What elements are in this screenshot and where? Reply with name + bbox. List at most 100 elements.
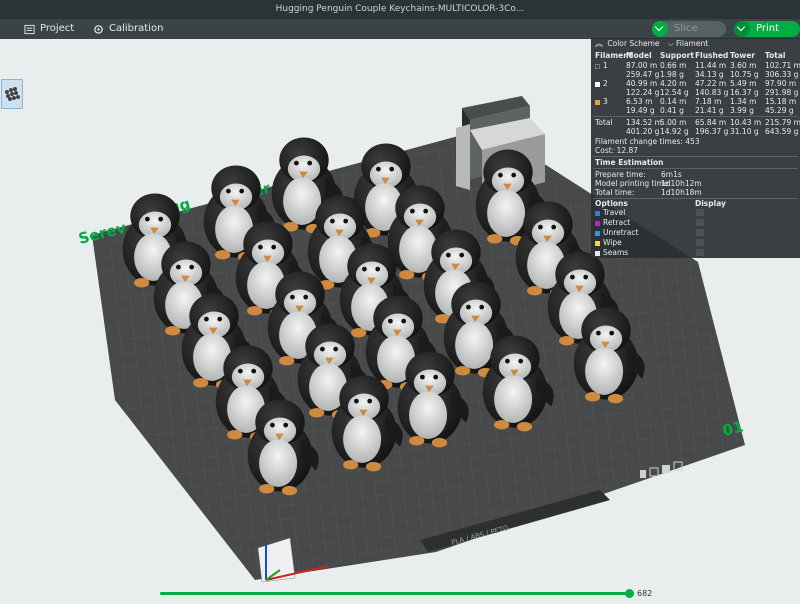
filament-2-swatch	[595, 82, 600, 87]
calibration-icon	[94, 24, 103, 34]
wipe-swatch	[595, 241, 600, 246]
filament-3-total-g: 45.29 g	[765, 106, 794, 115]
filament-3-total-m: 15.18 m	[765, 97, 797, 106]
print-plate-button[interactable]: Print plate	[734, 21, 800, 50]
option-unretract: Unretract	[603, 228, 639, 237]
filament-3-model-m: 6.53 m	[626, 97, 653, 106]
divider	[593, 156, 798, 157]
filament-1-model-m: 87.00 m	[626, 61, 658, 70]
penguin-grid-icon	[5, 87, 20, 101]
header-support: Support	[660, 51, 694, 60]
filament-2-model-m: 40.99 m	[626, 79, 658, 88]
filament-change-times: Filament change times: 453	[595, 137, 700, 146]
filament-1-support-g: 1.98 g	[660, 70, 684, 79]
calibration-label: Calibration	[109, 23, 164, 34]
window-title: Hugging Penguin Couple Keychains-MULTICO…	[275, 4, 525, 14]
divider	[593, 168, 798, 169]
travel-swatch	[595, 211, 600, 216]
filament-3-flushed-g: 21.41 g	[695, 106, 724, 115]
prepare-time-value: 6m1s	[661, 170, 682, 179]
filament-2-flushed-m: 47.22 m	[695, 79, 727, 88]
filament-3-flushed-m: 7.18 m	[695, 97, 722, 106]
filament-3-tower-g: 3.99 g	[730, 106, 754, 115]
prepare-time-label: Prepare time:	[595, 170, 646, 179]
wipe-checkbox[interactable]	[696, 239, 704, 246]
filament-1-model-g: 259.47 g	[626, 70, 660, 79]
total-tower-g: 31.10 g	[730, 127, 759, 136]
total-time-label: Total time:	[595, 188, 635, 197]
filament-2-model-g: 122.24 g	[626, 88, 660, 97]
total-total-m: 215.79 m	[765, 118, 800, 127]
travel-checkbox[interactable]	[696, 209, 704, 216]
chevron-down-icon	[734, 21, 750, 37]
options-header: Options	[595, 199, 628, 208]
filament-2-total-g: 291.98 g	[765, 88, 799, 97]
project-menu[interactable]: Project	[24, 19, 74, 39]
filament-3-id: 3	[603, 97, 608, 106]
total-time-value: 1d10h18m	[661, 188, 702, 197]
unretract-checkbox[interactable]	[696, 229, 704, 236]
chevron-down-icon	[652, 21, 668, 37]
total-flushed-m: 65.84 m	[695, 118, 727, 127]
main-toolbar: Project Calibration Slice plate Print pl…	[0, 19, 800, 50]
filament-1-tower-m: 3.60 m	[730, 61, 757, 70]
filament-1-total-m: 102.71 m	[765, 61, 800, 70]
filament-1-flushed-g: 34.13 g	[695, 70, 724, 79]
collapse-icon[interactable]: ︽	[595, 39, 603, 48]
total-support-g: 14.92 g	[660, 127, 689, 136]
display-header: Display	[695, 199, 726, 208]
layer-slider-value: 682	[637, 589, 653, 598]
filament-3-support-m: 0.14 m	[660, 97, 687, 106]
filament-1-id: 1	[603, 61, 608, 70]
chevron-down-icon[interactable]: ⌵	[668, 39, 674, 48]
slice-plate-button[interactable]: Slice plate	[652, 21, 726, 50]
header-total: Total	[765, 51, 786, 60]
option-wipe: Wipe	[603, 238, 622, 247]
window-title-bar: Hugging Penguin Couple Keychains-MULTICO…	[0, 0, 800, 19]
filament-2-flushed-g: 140.83 g	[695, 88, 729, 97]
total-flushed-g: 196.37 g	[695, 127, 729, 136]
total-total-g: 643.59 g	[765, 127, 799, 136]
filament-3-tower-m: 1.34 m	[730, 97, 757, 106]
filament-2-support-m: 4.20 m	[660, 79, 687, 88]
total-tower-m: 10.43 m	[730, 118, 762, 127]
total-label: Total	[595, 118, 613, 127]
total-support-m: 5.00 m	[660, 118, 687, 127]
filament-1-swatch	[595, 64, 600, 69]
filament-2-tower-m: 5.49 m	[730, 79, 757, 88]
seams-swatch	[595, 251, 600, 256]
model-time-value: 1d10h12m	[661, 179, 702, 188]
option-retract: Retract	[603, 218, 631, 227]
project-icon	[24, 24, 35, 34]
time-estimation-title: Time Estimation	[595, 158, 664, 167]
project-label: Project	[40, 23, 75, 34]
color-scheme-label: Color Scheme	[607, 39, 660, 48]
unretract-swatch	[595, 231, 600, 236]
total-model-g: 401.20 g	[626, 127, 660, 136]
seams-checkbox[interactable]	[696, 249, 704, 256]
retract-checkbox[interactable]	[696, 219, 704, 226]
layer-slider-handle[interactable]	[625, 589, 634, 598]
filament-1-support-m: 0.66 m	[660, 61, 687, 70]
filament-3-swatch	[595, 100, 600, 105]
model-time-label: Model printing time:	[595, 179, 671, 188]
header-flushed: Flushed	[695, 51, 729, 60]
calibration-menu[interactable]: Calibration	[93, 19, 163, 39]
filament-2-total-m: 97.90 m	[765, 79, 797, 88]
filament-3-support-g: 0.41 g	[660, 106, 684, 115]
layer-slider-track[interactable]	[160, 592, 630, 595]
filament-2-support-g: 12.54 g	[660, 88, 689, 97]
retract-swatch	[595, 221, 600, 226]
filament-2-id: 2	[603, 79, 608, 88]
total-model-m: 134.52 m	[626, 118, 662, 127]
option-seams: Seams	[603, 248, 629, 257]
option-travel: Travel	[603, 208, 626, 217]
header-tower: Tower	[730, 51, 755, 60]
plate-thumbnail[interactable]	[1, 79, 23, 109]
color-scheme-select[interactable]: Filament	[676, 39, 708, 48]
filament-1-flushed-m: 11.44 m	[695, 61, 727, 70]
color-scheme-header[interactable]: ︽ Color Scheme ⌵ Filament	[591, 38, 800, 50]
header-model: Model	[626, 51, 652, 60]
filament-3-model-g: 19.49 g	[626, 106, 655, 115]
divider	[593, 116, 798, 117]
